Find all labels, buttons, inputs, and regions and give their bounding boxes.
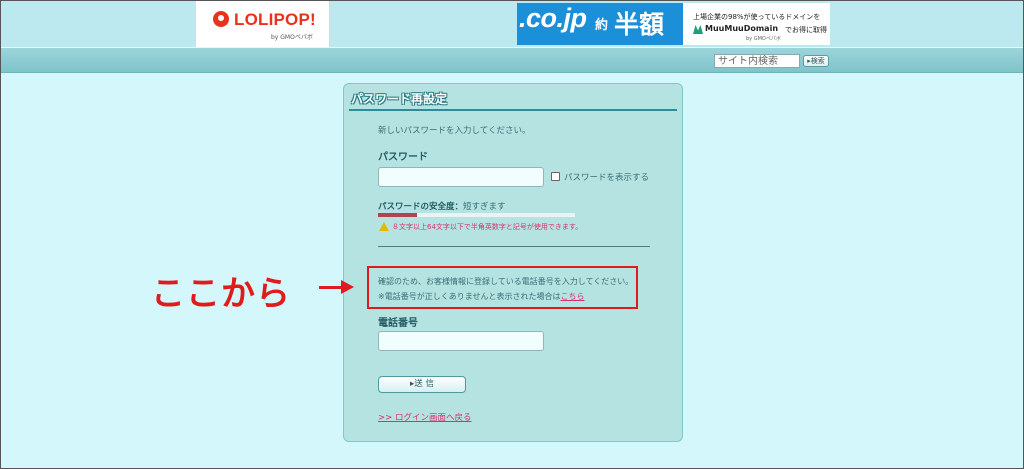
- back-to-login-link[interactable]: >> ログイン画面へ戻る: [378, 411, 471, 423]
- ad-promo: .co.jp 約 半額: [517, 3, 683, 45]
- warning-icon: [379, 222, 389, 231]
- annotation-label: ここから: [151, 274, 291, 314]
- lolipop-logo[interactable]: LOLIPOP! by GMOペパボ: [196, 1, 330, 47]
- lolipop-logo-icon: [213, 11, 229, 27]
- intro-text: 新しいパスワードを入力してください。: [378, 126, 531, 136]
- ad-brand-name: MuuMuuDomain: [705, 24, 779, 33]
- ad-domain-text: .co.jp: [519, 3, 587, 33]
- strength-label: パスワードの安全度：: [378, 202, 464, 212]
- annotation-arrowhead-icon: [341, 280, 354, 294]
- password-strength: パスワードの安全度：短すぎます: [378, 200, 506, 212]
- show-password-checkbox[interactable]: [551, 172, 560, 181]
- domain-ad-banner[interactable]: .co.jp 約 半額 上場企業の98%が使っているドメインを MuuMuuDo…: [517, 3, 830, 45]
- phone-input[interactable]: [378, 331, 544, 351]
- ad-gmo-text: by GMOペパボ: [746, 36, 781, 42]
- title-divider: [349, 109, 677, 111]
- submit-button[interactable]: ▸送 信: [378, 376, 466, 393]
- annotation-highlight-box: [367, 266, 638, 309]
- ad-tagline: 上場企業の98%が使っているドメインを: [693, 13, 821, 21]
- ad-half-text: 半額: [614, 11, 665, 39]
- logo-subtext: by GMOペパボ: [271, 34, 313, 41]
- logo-text: LOLIPOP!: [234, 10, 316, 29]
- site-search-input[interactable]: [714, 54, 800, 68]
- ad-brand-area: 上場企業の98%が使っているドメインを MuuMuuDomain でお得に取得 …: [683, 3, 830, 45]
- strength-meter-fill: [378, 213, 418, 217]
- strength-value: 短すぎます: [463, 202, 506, 212]
- password-reset-panel: パスワード再設定 新しいパスワードを入力してください。 パスワード パスワードを…: [343, 83, 683, 442]
- show-password-label[interactable]: パスワードを表示する: [564, 171, 649, 183]
- search-button[interactable]: ▸検索: [803, 55, 829, 67]
- phone-label: 電話番号: [378, 318, 418, 329]
- ad-yaku-text: 約: [595, 17, 609, 32]
- password-label: パスワード: [378, 152, 428, 163]
- ad-note: でお得に取得: [785, 26, 827, 34]
- muumuu-logo-icon: [693, 25, 703, 34]
- top-banner: LOLIPOP! by GMOペパボ .co.jp 約 半額 上場企業の98%が…: [1, 1, 1023, 47]
- password-input[interactable]: [378, 167, 544, 187]
- password-rule-warning: ８文字以上64文字以下で半角英数字と記号が使用できます。: [392, 223, 583, 231]
- nav-bar: ▸検索: [1, 47, 1023, 73]
- panel-title: パスワード再設定: [351, 92, 448, 106]
- strength-meter: [378, 213, 575, 217]
- section-divider: [378, 246, 650, 247]
